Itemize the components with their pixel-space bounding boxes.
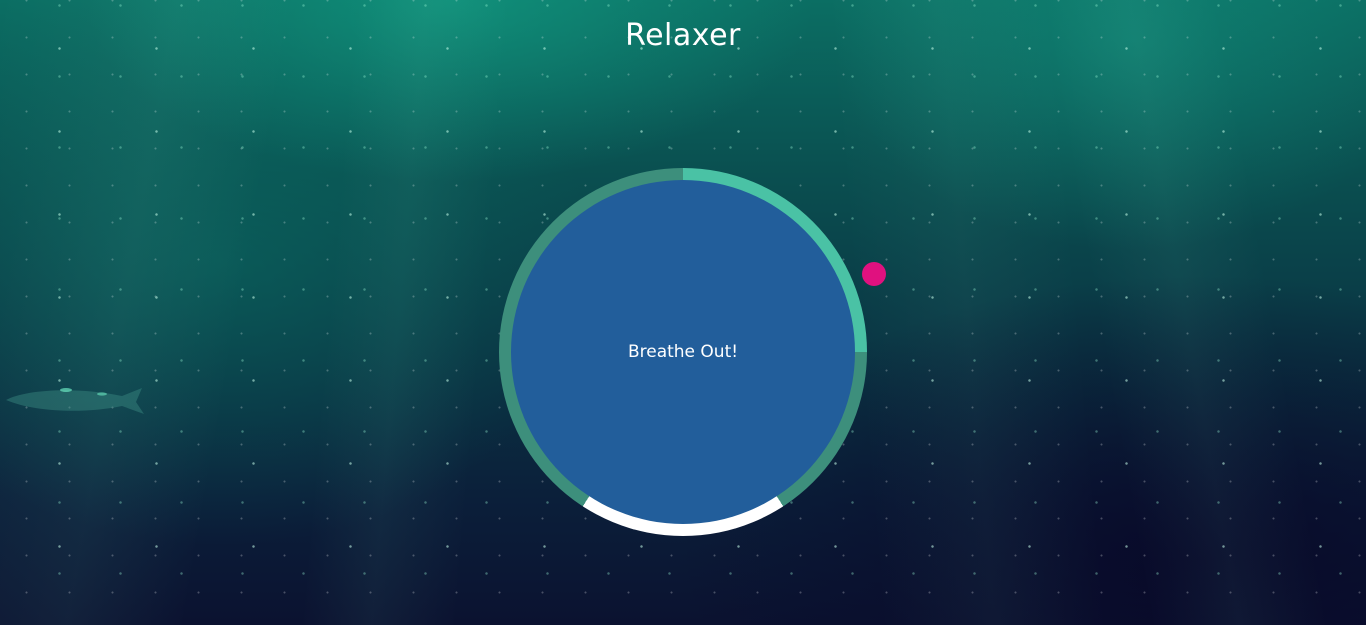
page-title: Relaxer <box>625 18 741 53</box>
fish-silhouette <box>6 388 144 414</box>
breathing-instruction: Breathe Out! <box>627 342 739 362</box>
breathing-circle: Breathe Out! <box>511 180 855 524</box>
progress-pointer-dot <box>862 262 886 286</box>
breathing-widget: Breathe Out! <box>499 168 867 536</box>
